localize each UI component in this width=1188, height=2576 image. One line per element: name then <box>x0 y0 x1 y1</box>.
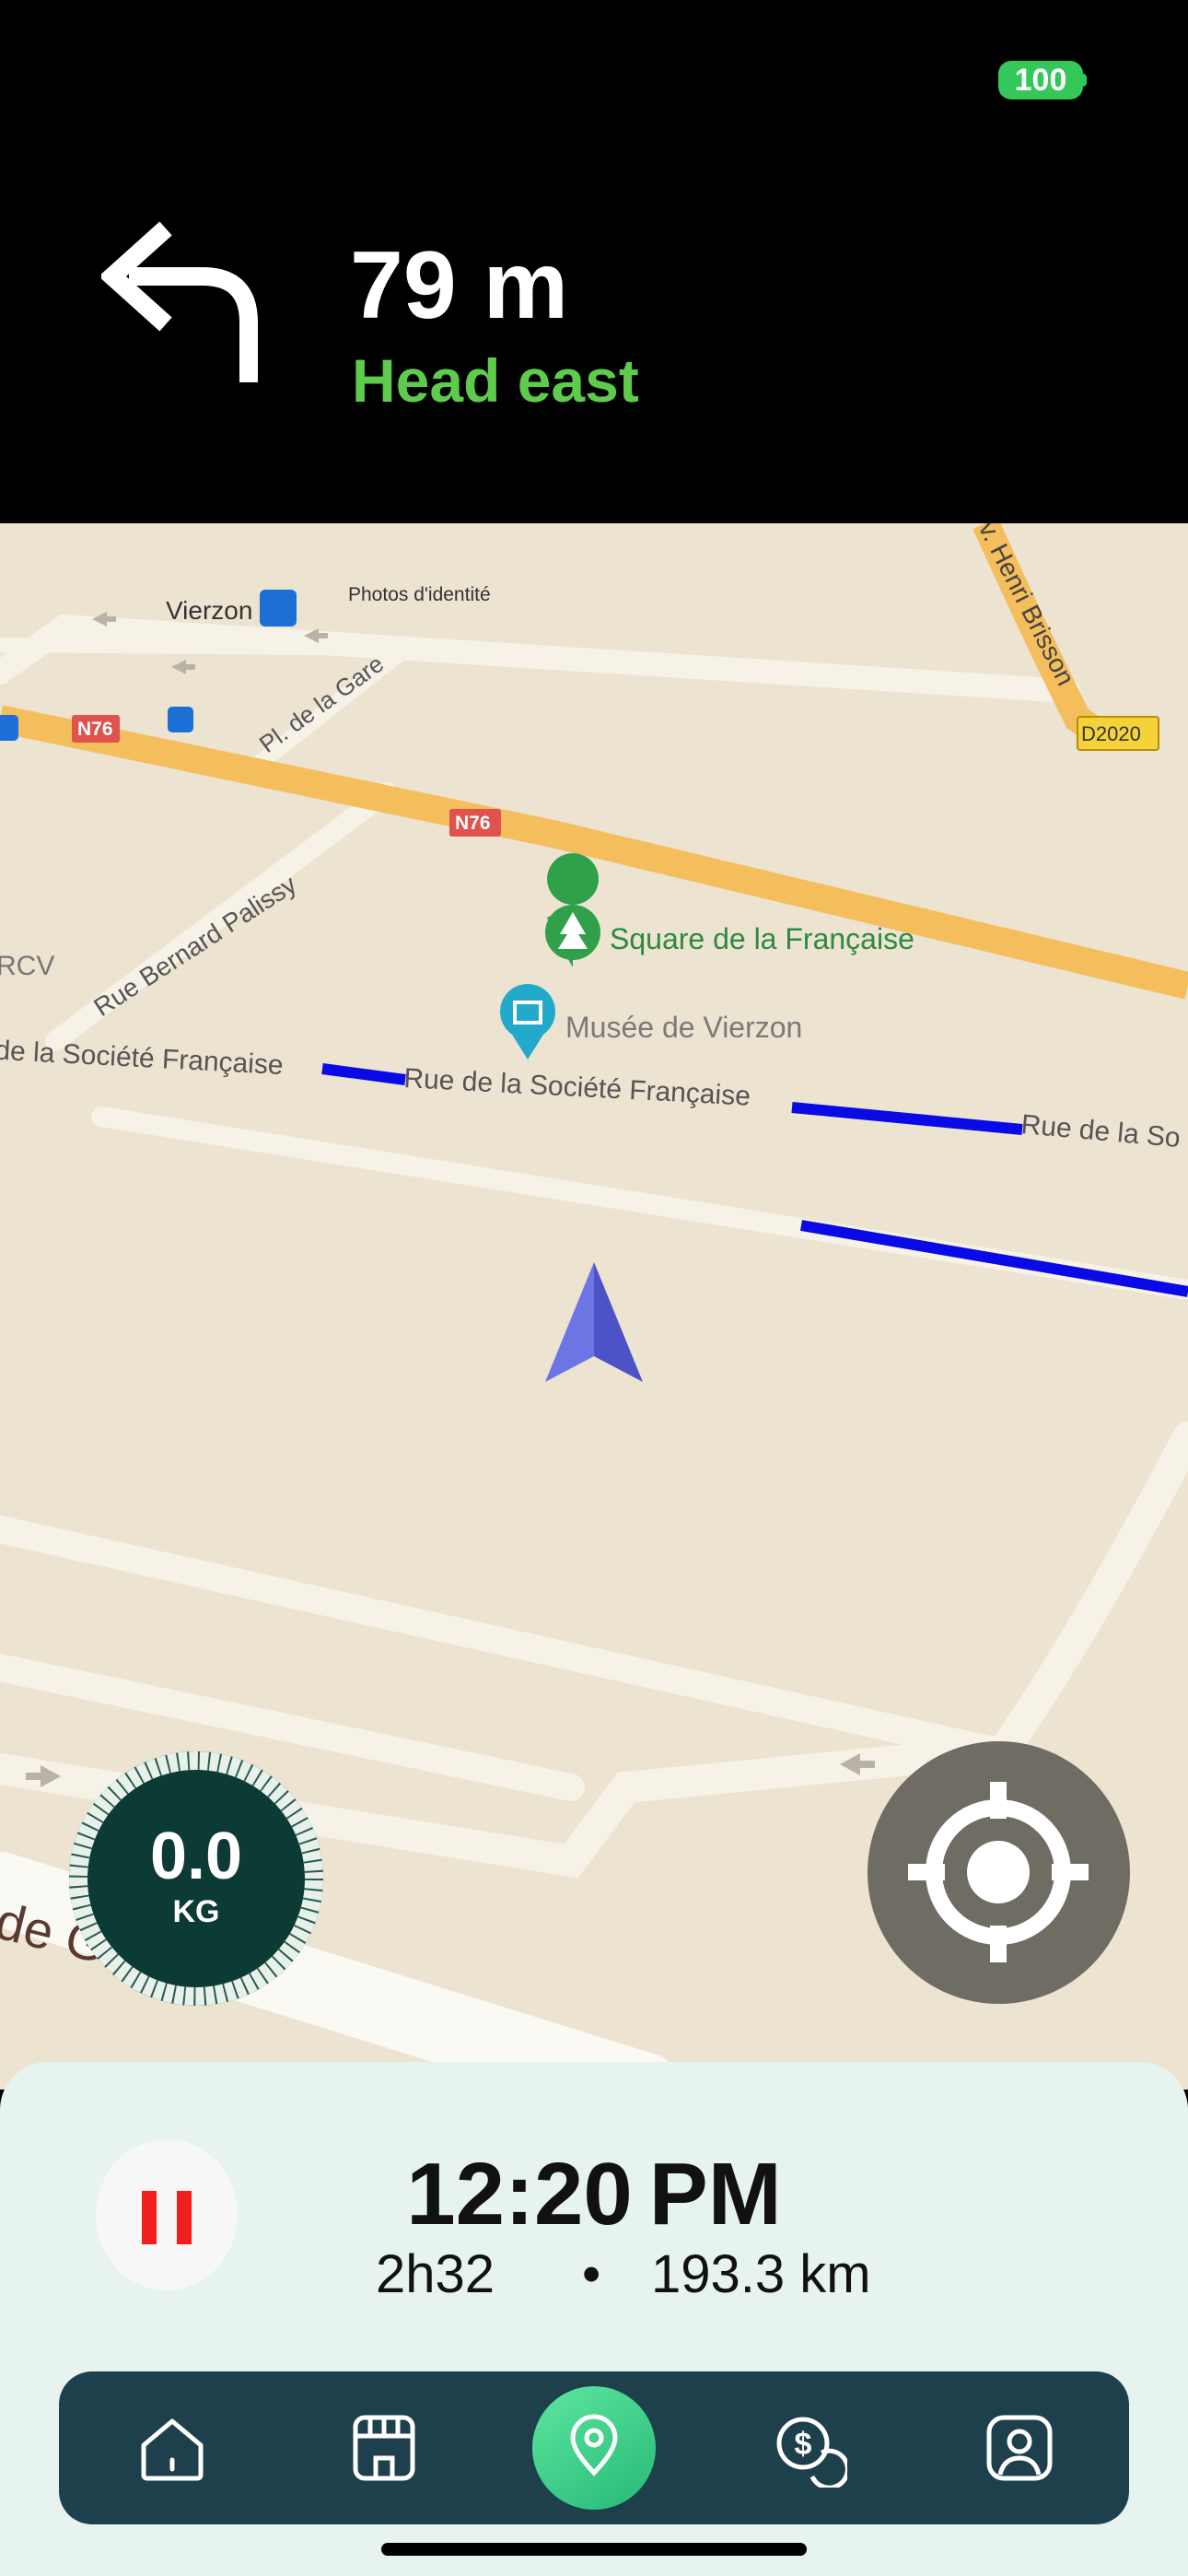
turn-left-arrow-icon <box>101 221 258 382</box>
trip-duration: 2h32 <box>376 2244 495 2304</box>
map-label: Rue Bernard Palissy <box>88 870 301 1022</box>
dollar-coin-icon[interactable]: $ <box>768 2408 847 2488</box>
location-pin-icon <box>570 2414 618 2476</box>
recenter-location-button[interactable] <box>868 1741 1130 2004</box>
weight-gauge[interactable]: 0.0 KG <box>66 1749 326 2008</box>
map-label: Musée de Vierzon <box>565 1011 802 1044</box>
map-label: Rue de la Société Française <box>403 1063 751 1112</box>
bus-stop-icon[interactable] <box>0 715 18 741</box>
map-label: D2020 <box>1081 722 1141 745</box>
battery-tip <box>1081 74 1087 87</box>
maneuver-distance: 79 m <box>350 232 569 339</box>
map-label: v. Henri Brisson <box>973 523 1080 690</box>
map-label: de la Société Française <box>0 1036 284 1081</box>
crosshair-icon <box>908 1782 1089 1962</box>
home-icon[interactable] <box>133 2408 212 2488</box>
map-label: Photos d'identité <box>348 584 491 605</box>
maneuver-instruction: Head east <box>352 346 639 415</box>
map-label: Rue de la So <box>1019 1109 1182 1153</box>
weight-unit: KG <box>172 1894 220 1929</box>
current-position-arrow-icon <box>545 1262 643 1382</box>
map-label: N76 <box>455 813 491 834</box>
bus-stop-icon[interactable] <box>260 590 297 626</box>
map-label: Pl. de la Gare <box>254 650 389 758</box>
map-label: Square de la Française <box>610 922 914 955</box>
profile-icon[interactable] <box>980 2408 1059 2488</box>
weight-value: 0.0 <box>149 1820 243 1893</box>
museum-pin-icon[interactable] <box>500 984 555 1060</box>
eta-time: 12:20 PM <box>0 2150 1188 2239</box>
trip-remaining-distance: 193.3 km <box>651 2244 871 2304</box>
map-label: N76 <box>77 719 113 740</box>
tab-map-active[interactable] <box>532 2386 656 2510</box>
home-indicator <box>381 2543 807 2556</box>
map-label: Vierzon <box>166 596 252 625</box>
navigation-header: 100 79 m Head east <box>0 0 1188 523</box>
eta-period: PM <box>648 2145 782 2243</box>
trip-separator: • <box>582 2244 601 2304</box>
park-pin-icon[interactable] <box>545 853 600 967</box>
bus-stop-icon[interactable] <box>168 707 193 732</box>
eta-clock: 12:20 <box>406 2145 633 2243</box>
battery-indicator: 100 <box>998 61 1083 100</box>
map-label: RCV <box>0 951 54 981</box>
store-icon[interactable] <box>344 2408 424 2488</box>
svg-text:$: $ <box>795 2427 812 2462</box>
tab-bar: $ <box>59 2371 1129 2524</box>
